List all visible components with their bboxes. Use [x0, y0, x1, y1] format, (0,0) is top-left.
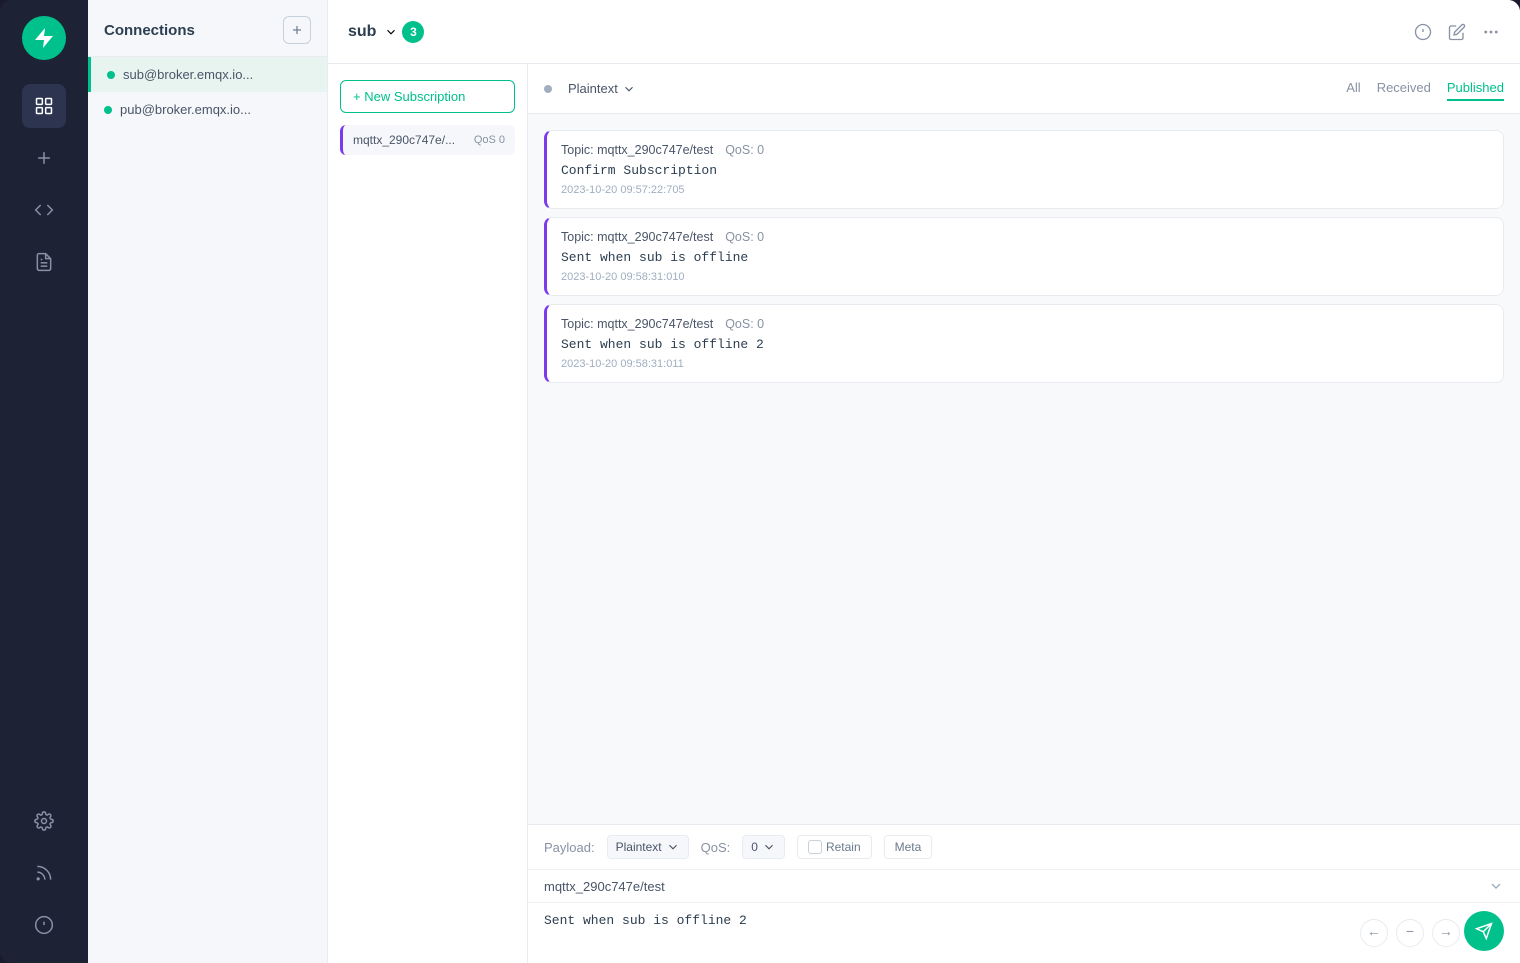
chevron-down-icon [384, 25, 398, 39]
subscription-badge: 3 [402, 21, 424, 43]
connection-item-sub[interactable]: sub@broker.emqx.io... [88, 57, 327, 92]
top-bar-actions [1414, 23, 1500, 41]
status-indicator: 3 [384, 21, 424, 43]
top-bar: sub 3 [328, 0, 1520, 64]
filter-tab-received[interactable]: Received [1377, 76, 1431, 101]
sidebar-item-add[interactable] [22, 136, 66, 180]
send-button[interactable] [1464, 911, 1504, 951]
payload-label: Payload: [544, 840, 595, 855]
message-topic: Topic: mqttx_290c747e/test [561, 317, 713, 331]
message-card: Topic: mqttx_290c747e/test QoS: 0 Sent w… [544, 304, 1504, 383]
power-icon[interactable] [1414, 23, 1432, 41]
composer-body[interactable]: Sent when sub is offline 2 ← − → [528, 903, 1520, 963]
message-header: Topic: mqttx_290c747e/test QoS: 0 [561, 230, 1489, 244]
composer-body-text: Sent when sub is offline 2 [544, 913, 747, 928]
composer-toolbar: Payload: Plaintext QoS: 0 Retain [528, 825, 1520, 870]
composer-topic-value: mqttx_290c747e/test [544, 879, 665, 894]
connection-item-pub[interactable]: pub@broker.emqx.io... [88, 92, 327, 127]
message-qos: QoS: 0 [725, 143, 764, 157]
composer-topic-bar: mqttx_290c747e/test [528, 870, 1520, 903]
message-card: Topic: mqttx_290c747e/test QoS: 0 Confir… [544, 130, 1504, 209]
main-area: sub 3 + New Subscription mqttx_290c747e/… [328, 0, 1520, 963]
active-connection-name: sub [348, 23, 376, 41]
filter-tab-all[interactable]: All [1346, 76, 1360, 101]
connections-title: Connections [104, 22, 195, 39]
message-qos: QoS: 0 [725, 230, 764, 244]
sidebar-item-logs[interactable] [22, 240, 66, 284]
payload-status-dot [544, 85, 552, 93]
message-header: Topic: mqttx_290c747e/test QoS: 0 [561, 317, 1489, 331]
message-header: Topic: mqttx_290c747e/test QoS: 0 [561, 143, 1489, 157]
app-logo[interactable] [22, 16, 66, 60]
message-body: Sent when sub is offline 2 [561, 337, 1489, 352]
retain-label: Retain [826, 840, 861, 854]
message-time: 2023-10-20 09:58:31:011 [561, 358, 1489, 370]
connections-panel: Connections sub@broker.emqx.io... pub@br… [88, 0, 328, 963]
messages-list: Topic: mqttx_290c747e/test QoS: 0 Confir… [528, 114, 1520, 824]
payload-type-label: Plaintext [568, 81, 618, 96]
sidebar-item-connections[interactable] [22, 84, 66, 128]
message-time: 2023-10-20 09:57:22:705 [561, 184, 1489, 196]
meta-button[interactable]: Meta [884, 835, 933, 859]
prev-message-button[interactable]: ← [1360, 919, 1388, 947]
composer-qos-selector[interactable]: 0 [742, 835, 785, 859]
more-icon[interactable] [1482, 23, 1500, 41]
message-body: Confirm Subscription [561, 163, 1489, 178]
subscription-topic: mqttx_290c747e/... [353, 133, 455, 147]
message-card: Topic: mqttx_290c747e/test QoS: 0 Sent w… [544, 217, 1504, 296]
connection-label: pub@broker.emqx.io... [120, 102, 251, 117]
connection-label: sub@broker.emqx.io... [123, 67, 253, 82]
icon-sidebar [0, 0, 88, 963]
composer-actions: ← − → [1360, 919, 1460, 947]
composer-qos-value: 0 [751, 840, 758, 854]
qos-dropdown-icon [762, 840, 776, 854]
filter-tabs: All Received Published [1346, 76, 1504, 101]
filter-bar: Plaintext All Received Published [528, 64, 1520, 114]
message-topic: Topic: mqttx_290c747e/test [561, 230, 713, 244]
payload-chevron-icon [622, 82, 636, 96]
sidebar-item-info[interactable] [22, 903, 66, 947]
new-subscription-button[interactable]: + New Subscription [340, 80, 515, 113]
edit-icon[interactable] [1448, 23, 1466, 41]
message-time: 2023-10-20 09:58:31:010 [561, 271, 1489, 283]
connections-header: Connections [88, 0, 327, 57]
filter-tab-published[interactable]: Published [1447, 76, 1504, 101]
sidebar-item-settings[interactable] [22, 799, 66, 843]
subscription-qos: QoS 0 [474, 134, 505, 146]
topic-expand-icon[interactable] [1488, 878, 1504, 894]
next-message-button[interactable]: → [1432, 919, 1460, 947]
composer: Payload: Plaintext QoS: 0 Retain [528, 824, 1520, 963]
subscription-item[interactable]: mqttx_290c747e/... QoS 0 [340, 125, 515, 155]
payload-dropdown-icon [666, 840, 680, 854]
add-connection-button[interactable] [283, 16, 311, 44]
retain-button[interactable]: Retain [797, 835, 872, 859]
composer-payload-selector[interactable]: Plaintext [607, 835, 689, 859]
composer-payload-type: Plaintext [616, 840, 662, 854]
sidebar-item-code[interactable] [22, 188, 66, 232]
sidebar-item-feed[interactable] [22, 851, 66, 895]
clear-button[interactable]: − [1396, 919, 1424, 947]
message-qos: QoS: 0 [725, 317, 764, 331]
message-body: Sent when sub is offline [561, 250, 1489, 265]
subscriptions-panel: + New Subscription mqttx_290c747e/... Qo… [328, 64, 528, 963]
connection-status-dot [107, 71, 115, 79]
message-topic: Topic: mqttx_290c747e/test [561, 143, 713, 157]
content-area: + New Subscription mqttx_290c747e/... Qo… [328, 64, 1520, 963]
qos-label: QoS: [701, 840, 731, 855]
meta-label: Meta [895, 840, 922, 854]
connection-status-dot [104, 106, 112, 114]
payload-type-selector[interactable]: Plaintext [560, 77, 644, 100]
messages-panel: Plaintext All Received Published Topic: … [528, 64, 1520, 963]
